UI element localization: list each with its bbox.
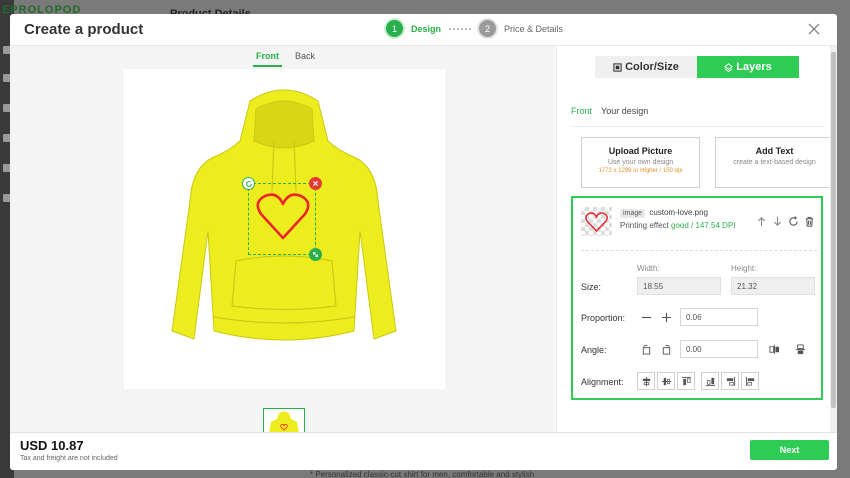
flip-vertical-button[interactable] <box>791 340 809 358</box>
align-bottom-button[interactable] <box>701 372 719 390</box>
align-center-vertical-button[interactable] <box>657 372 675 390</box>
proportion-input[interactable]: 0.06 <box>680 308 758 326</box>
layers-icon <box>724 62 734 72</box>
divider <box>581 250 817 251</box>
flip-horizontal-button[interactable] <box>765 340 783 358</box>
upload-picture-card[interactable]: Upload Picture Use your own design 1772 … <box>581 137 700 188</box>
trash-icon[interactable] <box>804 216 815 227</box>
align-top-button[interactable] <box>677 372 695 390</box>
plus-icon <box>661 312 671 322</box>
layer-sub-tabs: Front Your design <box>571 106 648 116</box>
tab-color-size-label: Color/Size <box>625 61 679 73</box>
add-text-title: Add Text <box>755 146 794 156</box>
refresh-icon[interactable] <box>788 216 799 227</box>
height-caption: Height: <box>731 264 757 273</box>
product-price: USD 10.87 <box>20 438 84 453</box>
stepper: 1 Design 2 Price & Details <box>386 20 563 37</box>
width-caption: Width: <box>637 264 660 273</box>
step-2-indicator: 2 <box>479 20 497 37</box>
tab-color-size[interactable]: Color/Size <box>595 56 697 78</box>
angle-input[interactable]: 0.00 <box>680 340 758 358</box>
align-center-vertical-icon <box>661 377 671 385</box>
alignment-label: Alignment: <box>581 377 624 387</box>
tax-note: Tax and freight are not included <box>20 455 118 462</box>
tab-layers[interactable]: Layers <box>697 56 799 78</box>
upload-picture-hint: 1772 x 1299 or Higher / 150 dpi <box>598 168 683 174</box>
mode-tabs: Color/Size Layers <box>595 56 799 78</box>
rotate-handle[interactable] <box>242 177 255 190</box>
background-footnote: * Personalized classic-cut shirt for men… <box>310 470 535 478</box>
step-1-indicator: 1 <box>386 20 403 37</box>
add-text-subtitle: create a text-based design <box>733 159 816 166</box>
scrollbar[interactable] <box>830 46 837 432</box>
height-field[interactable]: 21.32 <box>731 277 815 295</box>
heart-icon <box>256 193 310 240</box>
tab-layers-label: Layers <box>736 61 772 73</box>
layer-actions <box>756 216 815 227</box>
modal-title: Create a product <box>24 21 144 38</box>
proportion-increase-button[interactable] <box>657 308 675 326</box>
align-center-horizontal-button[interactable] <box>637 372 655 390</box>
scroll-thumb[interactable] <box>831 52 836 408</box>
arrow-down-icon[interactable] <box>772 216 783 227</box>
add-text-card[interactable]: Add Text create a text-based design <box>715 137 834 188</box>
sub-tab-front[interactable]: Front <box>571 106 592 116</box>
align-right-button[interactable] <box>721 372 739 390</box>
rotate-left-button[interactable] <box>637 340 655 358</box>
create-product-modal: Create a product 1 Design 2 Price & Deta… <box>10 14 837 470</box>
tab-back[interactable]: Back <box>292 48 318 67</box>
layer-item[interactable]: image custom-love.png Printing effect go… <box>571 196 823 400</box>
heart-icon <box>585 212 608 233</box>
upload-picture-title: Upload Picture <box>608 146 673 156</box>
sub-tab-your-design[interactable]: Your design <box>601 106 648 116</box>
design-canvas[interactable] <box>124 69 445 389</box>
align-top-icon <box>681 376 691 385</box>
resize-handle[interactable] <box>309 248 322 261</box>
design-selection[interactable] <box>242 177 322 261</box>
size-label: Size: <box>581 282 602 292</box>
delete-handle[interactable] <box>309 177 322 190</box>
printing-effect-value: good / 147.54 DPI <box>671 221 736 230</box>
flip-horizontal-icon <box>768 344 779 354</box>
design-controls-panel: Color/Size Layers Front Your design Uplo… <box>556 46 837 432</box>
tab-front[interactable]: Front <box>253 48 282 67</box>
layer-thumbnail <box>581 207 612 236</box>
proportion-decrease-button[interactable] <box>637 308 655 326</box>
close-icon <box>808 23 820 35</box>
upload-picture-subtitle: Use your own design <box>607 159 674 166</box>
close-icon <box>313 181 318 186</box>
rotate-right-button[interactable] <box>657 340 675 358</box>
arrow-up-icon[interactable] <box>756 216 767 227</box>
divider <box>571 126 823 127</box>
step-1-label: Design <box>411 23 442 34</box>
close-button[interactable] <box>807 22 821 36</box>
layer-file-name: custom-love.png <box>649 208 709 217</box>
width-field[interactable]: 18.55 <box>637 277 721 295</box>
layer-type-badge: image <box>620 209 646 218</box>
step-connector <box>449 27 472 30</box>
angle-label: Angle: <box>581 345 607 355</box>
rotate-left-icon <box>642 344 650 355</box>
preview-panel: Front Back <box>10 46 555 448</box>
align-left-button[interactable] <box>741 372 759 390</box>
resize-icon <box>312 251 319 258</box>
rotate-icon <box>245 180 252 187</box>
align-bottom-icon <box>705 377 715 386</box>
flip-vertical-icon <box>795 343 805 354</box>
align-right-icon <box>726 376 735 386</box>
next-button[interactable]: Next <box>750 440 829 460</box>
step-2-label: Price & Details <box>504 23 564 34</box>
modal-header: Create a product 1 Design 2 Price & Deta… <box>10 14 837 46</box>
proportion-label: Proportion: <box>581 313 626 323</box>
color-palette-icon <box>613 62 622 72</box>
printing-effect-label: Printing effect <box>620 221 669 230</box>
align-left-icon <box>745 376 754 386</box>
minus-icon <box>641 316 651 318</box>
layer-info: image custom-love.png Printing effect go… <box>620 208 736 230</box>
modal-footer: USD 10.87 Tax and freight are not includ… <box>10 432 837 470</box>
align-center-horizontal-icon <box>642 376 650 386</box>
rotate-right-icon <box>662 344 670 355</box>
view-tabs: Front Back <box>253 48 318 67</box>
